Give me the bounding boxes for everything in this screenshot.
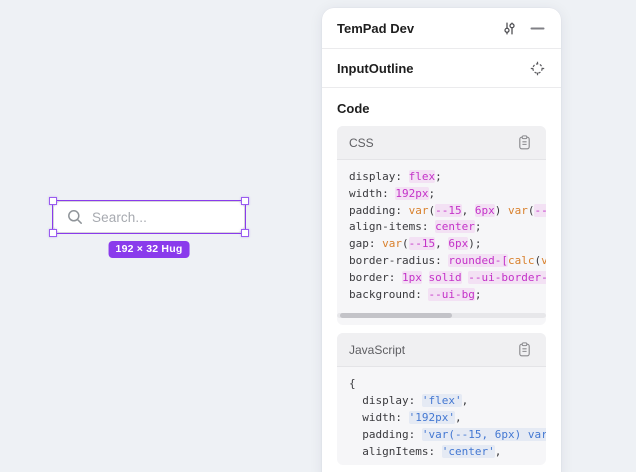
css-block-label: CSS	[349, 136, 513, 150]
javascript-code-block: JavaScript { display: 'flex', width: '19…	[337, 333, 546, 465]
code-line: padding: var(--15, 6px) var(--	[349, 203, 546, 220]
minimize-icon	[530, 21, 545, 36]
code-line: alignItems: 'center',	[349, 444, 546, 461]
javascript-block-label: JavaScript	[349, 343, 513, 357]
code-line: display: 'flex',	[349, 393, 546, 410]
code-line: gap: var(--15, 6px);	[349, 236, 546, 253]
code-line: {	[349, 376, 546, 393]
panel-header: TemPad Dev	[322, 8, 561, 49]
sliders-icon	[502, 21, 517, 36]
code-line: width: 192px;	[349, 186, 546, 203]
css-hscrollbar-wrap	[337, 313, 546, 318]
figma-canvas-screen: { "colors": { "accent_purple": "#8A3BEC"…	[0, 0, 636, 472]
code-line: border: 1px solid --ui-border-	[349, 270, 546, 287]
crosshair-locate-icon	[530, 61, 545, 76]
code-line: display: flex;	[349, 169, 546, 186]
tempad-dev-panel: TemPad Dev InputOutline	[322, 8, 561, 472]
horizontal-scrollbar-thumb[interactable]	[340, 313, 452, 318]
magnifier-icon	[67, 209, 83, 225]
selected-component-name: InputOutline	[337, 61, 526, 76]
code-line: border-radius: rounded-[calc(v	[349, 253, 546, 270]
code-line: align-items: center;	[349, 219, 546, 236]
javascript-code-body: { display: 'flex', width: '192px', paddi…	[337, 367, 546, 465]
copy-javascript-button[interactable]	[513, 339, 535, 361]
copy-css-button[interactable]	[513, 132, 535, 154]
code-line: padding: 'var(--15, 6px) var	[349, 427, 546, 444]
code-section-label: Code	[337, 101, 546, 116]
preferences-button[interactable]	[498, 17, 520, 39]
clipboard-copy-icon	[518, 135, 531, 150]
panel-title: TemPad Dev	[337, 21, 498, 36]
selected-node-row: InputOutline	[322, 49, 561, 88]
code-line: background: --ui-bg;	[349, 287, 546, 304]
horizontal-scrollbar[interactable]	[337, 313, 546, 318]
locate-node-button[interactable]	[526, 57, 548, 79]
dimension-badge: 192 × 32 Hug	[109, 241, 190, 258]
clipboard-copy-icon	[518, 342, 531, 357]
javascript-block-header: JavaScript	[337, 333, 546, 367]
css-code-block: CSS display: flex;width: 192px;padding: …	[337, 126, 546, 325]
search-placeholder-text: Search...	[92, 210, 147, 225]
code-line: width: '192px',	[349, 410, 546, 427]
css-block-header: CSS	[337, 126, 546, 160]
search-input-component[interactable]: Search...	[53, 201, 245, 233]
minimize-button[interactable]	[526, 17, 548, 39]
css-code-body: display: flex;width: 192px;padding: var(…	[337, 160, 546, 308]
